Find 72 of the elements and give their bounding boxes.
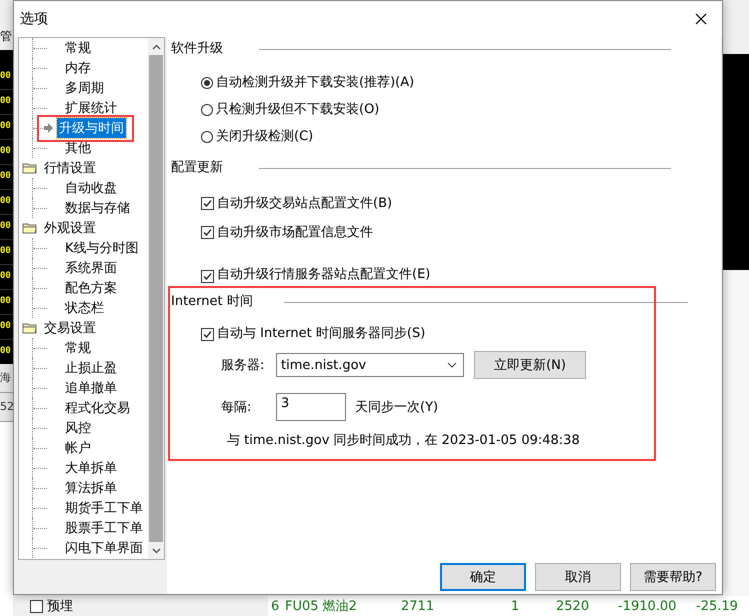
tree-item[interactable]: 内存 (63, 58, 93, 78)
table-cell-text: 2711 (400, 598, 436, 616)
folder-icon (22, 162, 38, 174)
checkbox-label: 预埋 (47, 598, 73, 615)
checkbox[interactable] (201, 197, 214, 210)
tree-group[interactable]: 交易设置 (44, 319, 96, 337)
tree-item[interactable]: 状态栏 (63, 298, 106, 318)
checkbox[interactable] (201, 328, 214, 340)
tree-item[interactable]: 算法拆单 (63, 478, 119, 498)
dialog-button[interactable]: 取消 (535, 563, 621, 591)
tree-item[interactable]: 闪电下单界面 (63, 538, 145, 558)
radio-label: 自动检测升级并下载安装(推荐)(A) (216, 74, 414, 90)
tree-item[interactable]: 其他 (63, 138, 93, 158)
checkbox[interactable] (201, 226, 214, 239)
dialog-button[interactable]: 需要帮助? (630, 563, 716, 591)
radio-label: 只检测升级但不下载安装(O) (216, 102, 380, 118)
sync-status: 与 time.nist.gov 同步时间成功，在 2023-01-05 09:48:38 (227, 433, 580, 448)
tree-item[interactable]: 配色方案 (63, 278, 119, 298)
table-cell-text: -25.19 (695, 598, 739, 616)
tree-item[interactable]: 帐户 (63, 438, 93, 458)
tree-item[interactable]: 股票手工下单 (63, 518, 145, 538)
tree-item[interactable]: 止损止盈 (63, 358, 119, 378)
checkbox[interactable] (201, 270, 214, 283)
radio-label: 关闭升级检测(C) (216, 128, 314, 144)
update-now-button[interactable]: 立即更新(N) (474, 351, 586, 379)
close-icon (695, 13, 707, 25)
field-label: 每隔: (221, 399, 252, 416)
tree-item[interactable]: 扩展统计 (63, 98, 119, 118)
table-cell-text: 1 (510, 598, 520, 616)
field-unit: 天同步一次(Y) (355, 399, 438, 416)
column-header: 管 (0, 22, 13, 50)
tree-item[interactable]: 系统界面 (63, 258, 119, 278)
table-cell-text: 2520 (555, 598, 590, 616)
tree-item[interactable]: 程式化交易 (63, 398, 132, 418)
interval-input[interactable]: 3 (276, 393, 346, 421)
table-cell: 52 (0, 393, 13, 422)
checkbox-label: 自动升级行情服务器站点配置文件(E) (217, 267, 430, 283)
tree-group[interactable]: 外观设置 (44, 219, 96, 237)
tree-item[interactable]: 常规 (63, 38, 93, 58)
tree-item[interactable]: 多周期 (63, 78, 106, 98)
tree-item[interactable]: 常规 (63, 338, 93, 358)
section-title: 配置更新 (171, 160, 224, 176)
tree-item[interactable]: 风控 (63, 418, 93, 438)
tree-item[interactable]: 数据与存储 (63, 198, 132, 218)
chevron-icon[interactable] (447, 362, 457, 368)
tree-group[interactable]: 行情设置 (44, 159, 96, 177)
tree-item[interactable]: 期货手工下单 (63, 498, 145, 518)
table-cell-text: 6 (270, 598, 280, 616)
tree-item[interactable]: K线与分时图 (63, 238, 141, 258)
server-dropdown[interactable]: time.nist.gov (276, 353, 464, 377)
folder-icon (22, 222, 38, 234)
tree-item[interactable]: 大单拆单 (63, 458, 119, 478)
table-cell-text: FU05 燃油2 (284, 598, 358, 616)
table-cell-text: -1910.00 (617, 598, 678, 616)
checkbox-label: 自动与 Internet 时间服务器同步(S) (217, 326, 426, 342)
tree-item[interactable]: 升级与时间 (57, 118, 126, 138)
checkbox-label: 自动升级交易站点配置文件(B) (217, 196, 392, 212)
radio-button[interactable] (201, 76, 213, 88)
dialog-button[interactable]: 确定 (440, 563, 526, 591)
scrollbar[interactable] (148, 38, 164, 559)
radio-button[interactable] (201, 104, 213, 116)
section-title: 软件升级 (171, 41, 224, 57)
checkbox[interactable] (30, 600, 43, 612)
folder-icon (22, 322, 38, 334)
tree-item[interactable]: 追单撤单 (63, 378, 119, 398)
tree-item[interactable]: 自动收盘 (63, 178, 119, 198)
radio-button[interactable] (201, 130, 213, 142)
table-cell: 海 (0, 364, 13, 393)
checkbox-label: 自动升级市场配置信息文件 (217, 224, 373, 240)
section-title: Internet 时间 (171, 294, 254, 310)
field-label: 服务器: (221, 357, 266, 374)
window-title: 选项 (20, 10, 48, 28)
